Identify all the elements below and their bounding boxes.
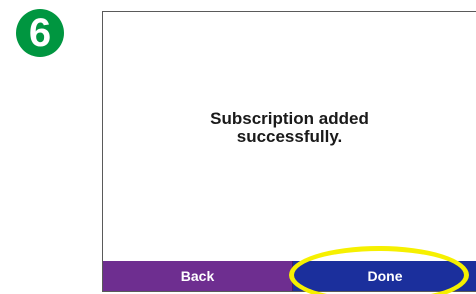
button-bar: Back Done [103, 261, 476, 291]
message-line-1: Subscription added [210, 109, 369, 128]
done-button[interactable]: Done [293, 261, 476, 291]
step-number-badge: 6 [16, 9, 64, 57]
device-screen: Subscription added successfully. Back Do… [102, 11, 476, 292]
confirmation-message: Subscription added successfully. [103, 110, 476, 146]
instruction-figure: 6 Subscription added successfully. Back … [0, 0, 476, 294]
message-line-2: successfully. [236, 127, 343, 146]
back-button[interactable]: Back [103, 261, 293, 291]
